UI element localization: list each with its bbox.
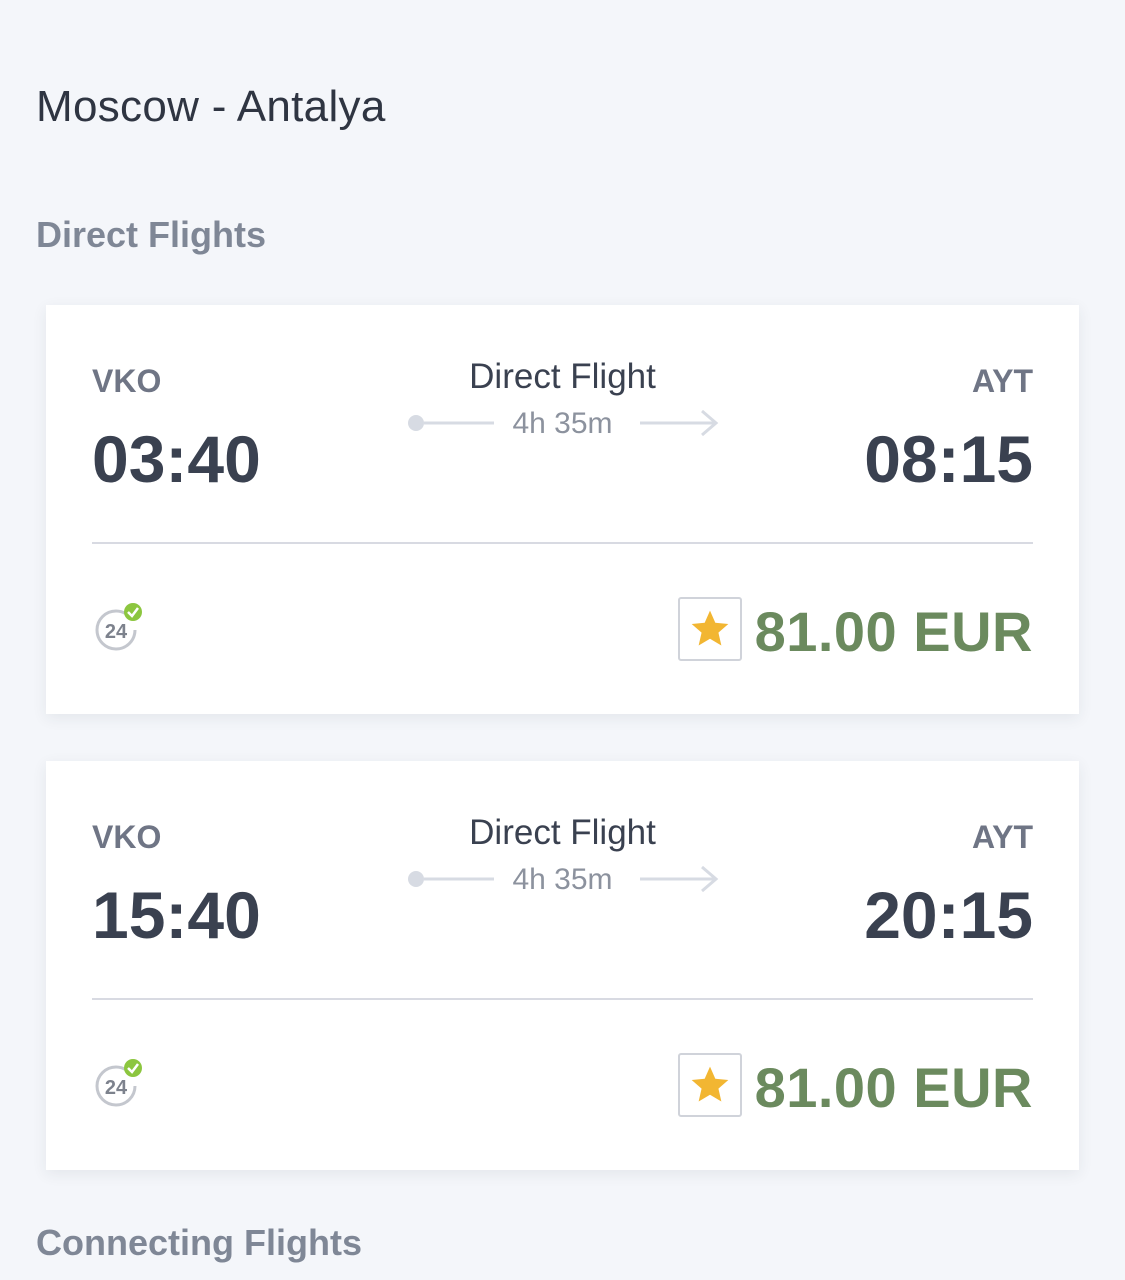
- price: 81.00 EUR: [754, 1056, 1033, 1119]
- flight-duration: 4h 35m: [512, 407, 613, 440]
- section-title-direct: Direct Flights: [36, 214, 267, 255]
- favorite-button[interactable]: [678, 597, 742, 661]
- svg-text:24: 24: [105, 621, 128, 643]
- card-divider: [92, 998, 1033, 1000]
- page-title: Moscow - Antalya: [36, 82, 386, 131]
- flight-card[interactable]: VKO AYT 03:40 08:15 Direct Flight 4h 35m…: [46, 305, 1079, 714]
- card-divider: [92, 542, 1033, 544]
- flight-type-label: Direct Flight: [469, 357, 656, 396]
- section-title-connecting: Connecting Flights: [36, 1222, 362, 1263]
- flight-duration: 4h 35m: [512, 863, 613, 896]
- flight-card[interactable]: VKO AYT 15:40 20:15 Direct Flight 4h 35m…: [46, 761, 1079, 1170]
- favorite-button[interactable]: [678, 1053, 742, 1117]
- 24h-check-icon: 24: [95, 1059, 142, 1107]
- star-icon: [691, 1066, 729, 1102]
- price: 81.00 EUR: [754, 600, 1033, 663]
- svg-text:24: 24: [105, 1077, 128, 1099]
- flight-type-label: Direct Flight: [469, 813, 656, 852]
- 24h-check-icon: 24: [95, 603, 142, 651]
- star-icon: [691, 610, 729, 646]
